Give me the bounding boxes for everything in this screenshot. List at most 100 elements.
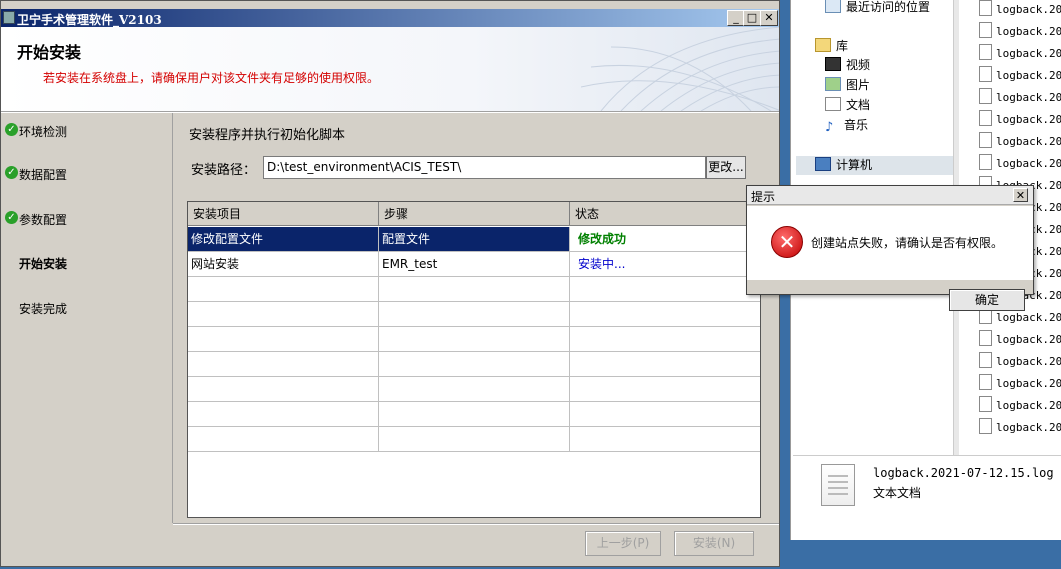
nav-recent-places[interactable]: 最近访问的位置 [825,0,930,16]
nav-computer[interactable]: 计算机 [815,156,872,174]
table-row [188,302,760,327]
text-file-icon [979,88,992,104]
header-decoration [581,27,779,111]
empty-cell [188,377,379,401]
nav-videos[interactable]: 视频 [825,56,870,74]
empty-cell [188,277,379,301]
close-button[interactable]: ✕ [760,10,778,26]
check-icon: ✓ [5,123,18,136]
app-icon [3,11,15,24]
empty-cell [379,377,570,401]
install-path-label: 安装路径： [191,163,257,178]
file-name: logback.202 [996,355,1061,368]
check-icon: ✓ [5,211,18,224]
empty-cell [188,302,379,326]
file-list-item[interactable]: logback.202 [979,352,1061,372]
file-list-item[interactable]: logback.202 [979,308,1061,328]
text-file-icon [979,396,992,412]
table-row [188,327,760,352]
file-list-item[interactable]: logback.202 [979,374,1061,394]
empty-cell [570,352,760,376]
file-list-item[interactable]: logback.202 [979,88,1061,108]
cell-item: 网站安装 [188,252,379,276]
cell-status: 安装中... [570,252,760,276]
file-name: logback.202 [996,91,1061,104]
table-row[interactable]: 网站安装 EMR_test 安装中... [188,252,760,277]
file-list-item[interactable]: logback.202 [979,22,1061,42]
dialog-message: 创建站点失败，请确认是否有权限。 [811,236,1004,250]
dialog-ok-button[interactable]: 确定 [949,289,1025,311]
install-path-input[interactable]: D:\test_environment\ACIS_TEST\ [263,156,706,179]
nav-documents[interactable]: 文档 [825,96,870,114]
text-file-icon [979,418,992,434]
empty-cell [570,427,760,451]
explorer-details-pane: logback.2021-07-12.15.log 修 文本文档 [793,455,1061,540]
grid-header: 安装项目 步骤 状态 [188,202,760,226]
table-row [188,277,760,302]
file-name: logback.202 [996,377,1061,390]
installer-title: 卫宁手术管理软件_V2103 [17,13,162,27]
text-file-icon [979,22,992,38]
minimize-icon: _ [733,11,739,24]
step-start-install: 开始安装 [19,257,68,271]
table-row [188,427,760,452]
installer-title-bar[interactable]: 卫宁手术管理软件_V2103 _ □ ✕ [1,9,779,27]
header-title: 开始安装 [17,43,82,62]
file-list-item[interactable]: logback.202 [979,154,1061,174]
empty-cell [570,327,760,351]
empty-cell [570,302,760,326]
step-data-config: ✓ 数据配置 [5,166,67,183]
column-header-step[interactable]: 步骤 [379,202,570,226]
close-icon: ✕ [1015,189,1026,202]
dialog-close-button[interactable]: ✕ [1013,188,1028,202]
file-name: logback.202 [996,333,1061,346]
check-icon: ✓ [5,166,18,179]
installer-window: 卫宁手术管理软件_V2103 _ □ ✕ 开始安装 若安装在系统盘上，请确保用户… [0,0,780,567]
file-list-item[interactable]: logback.202 [979,44,1061,64]
file-name: logback.202 [996,25,1061,38]
nav-music[interactable]: ♪ 音乐 [825,116,868,134]
cell-status: 修改成功 [570,227,760,251]
text-file-icon [979,110,992,126]
file-list-item[interactable]: logback.202 [979,418,1061,438]
file-list-item[interactable]: logback.202 [979,330,1061,350]
text-file-icon [979,352,992,368]
details-file-type: 文本文档 [873,486,922,500]
table-row [188,402,760,427]
column-header-item[interactable]: 安装项目 [188,202,379,226]
text-file-icon [979,132,992,148]
dialog-title: 提示 [751,190,776,204]
file-name: logback.202 [996,69,1061,82]
text-file-icon [979,154,992,170]
step-param-config: ✓ 参数配置 [5,211,67,228]
content-title: 安装程序并执行初始化脚本 [189,128,346,143]
empty-cell [188,327,379,351]
recent-places-icon [825,0,841,13]
installer-header: 开始安装 若安装在系统盘上，请确保用户对该文件夹有足够的使用权限。 [1,27,779,111]
file-name: logback.202 [996,135,1061,148]
empty-cell [570,402,760,426]
documents-icon [825,97,841,111]
nav-pictures[interactable]: 图片 [825,76,870,94]
nav-library[interactable]: 库 [815,37,848,55]
maximize-button[interactable]: □ [743,10,761,26]
file-name: logback.202 [996,157,1061,170]
file-list-item[interactable]: logback.202 [979,132,1061,152]
file-list-item[interactable]: logback.202 [979,396,1061,416]
file-list-item[interactable]: logback.202 [979,66,1061,86]
file-name: logback.202 [996,113,1061,126]
prev-step-button[interactable]: 上一步(P) [585,531,661,556]
footer-separator [173,523,779,525]
file-list-item[interactable]: logback.202 [979,0,1061,20]
error-icon: ✕ [771,226,803,258]
empty-cell [570,377,760,401]
table-row[interactable]: 修改配置文件 配置文件 修改成功 [188,227,760,252]
install-button[interactable]: 安装(N) [674,531,754,556]
file-list-item[interactable]: logback.202 [979,110,1061,130]
step-env-check: ✓ 环境检测 [5,123,67,140]
library-folder-icon [815,38,831,52]
column-header-status[interactable]: 状态 [570,202,760,226]
empty-cell [379,302,570,326]
change-path-button[interactable]: 更改... [706,156,746,179]
dialog-title-bar[interactable]: 提示 ✕ [747,186,1033,205]
